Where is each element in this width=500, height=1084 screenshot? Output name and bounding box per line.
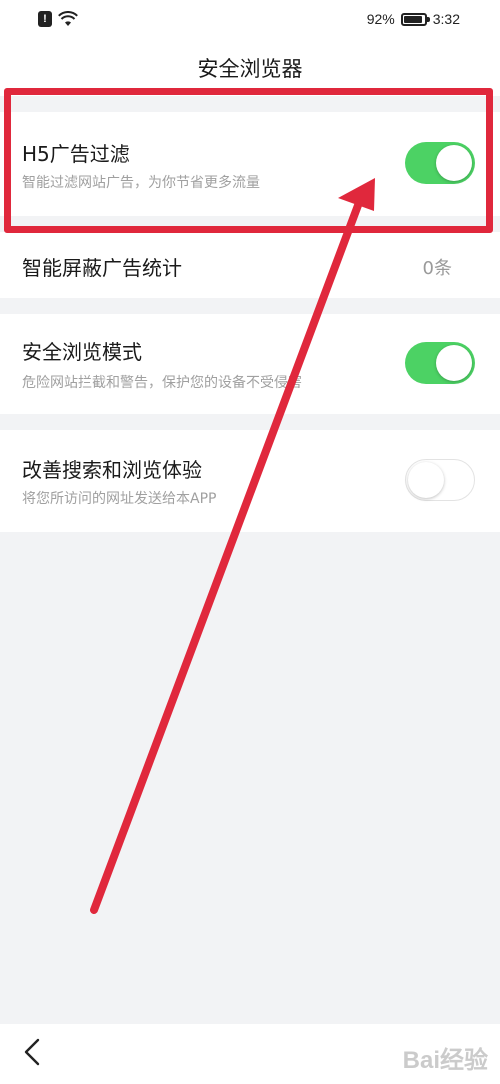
setting-row-improve-search[interactable]: 改善搜索和浏览体验 将您所访问的网址发送给本APP	[0, 430, 500, 532]
setting-title: H5广告过滤	[22, 142, 130, 166]
setting-title: 改善搜索和浏览体验	[22, 458, 202, 482]
toggle-knob	[408, 461, 444, 498]
safe-browsing-toggle[interactable]	[405, 342, 475, 384]
setting-row-ad-stats[interactable]: 智能屏蔽广告统计 0条	[0, 232, 500, 298]
ad-block-count: 0条	[422, 258, 452, 279]
improve-search-toggle[interactable]	[405, 459, 475, 501]
battery-fill	[403, 15, 422, 23]
toggle-knob	[436, 145, 472, 181]
battery-percent: 92%	[366, 11, 395, 27]
bottom-bar: Bai经验	[0, 1024, 500, 1084]
clock: 3:32	[432, 11, 460, 27]
status-right: 92% 3:32	[367, 10, 460, 28]
page-title: 安全浏览器	[197, 57, 303, 81]
setting-title: 安全浏览模式	[22, 340, 142, 364]
watermark-logo: Bai经验	[402, 1047, 488, 1074]
status-bar: ! 92% 3:32	[0, 0, 500, 40]
setting-row-h5-ad-filter[interactable]: H5广告过滤 智能过滤网站广告，为你节省更多流量	[0, 112, 500, 216]
battery-icon	[400, 12, 430, 26]
wifi-icon	[58, 11, 78, 26]
chevron-left-icon[interactable]	[14, 1034, 50, 1070]
setting-subtitle: 危险网站拦截和警告，保护您的设备不受侵害	[22, 375, 302, 391]
alert-icon: !	[38, 11, 52, 27]
setting-subtitle: 将您所访问的网址发送给本APP	[22, 491, 217, 507]
status-left: !	[38, 10, 78, 28]
setting-row-safe-browsing[interactable]: 安全浏览模式 危险网站拦截和警告，保护您的设备不受侵害	[0, 314, 500, 414]
setting-title: 智能屏蔽广告统计	[22, 256, 182, 280]
toggle-knob	[436, 345, 472, 381]
title-bar: 安全浏览器	[0, 40, 500, 96]
h5-ad-filter-toggle[interactable]	[405, 142, 475, 184]
setting-subtitle: 智能过滤网站广告，为你节省更多流量	[22, 175, 260, 191]
